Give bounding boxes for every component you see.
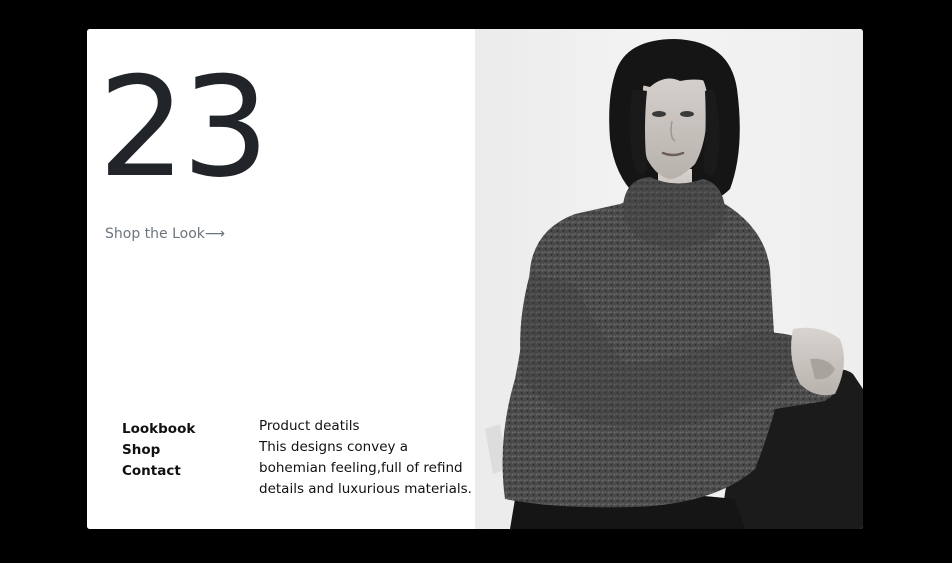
nav-item-lookbook[interactable]: Lookbook	[122, 419, 195, 440]
info-panel: 23 Shop the Look⟶ Lookbook Shop Contact …	[87, 29, 475, 529]
nav-item-contact[interactable]: Contact	[122, 461, 195, 482]
model-photo	[475, 29, 863, 529]
model-photo-illustration	[485, 39, 863, 529]
product-details-description: This designs convey a bohemian feeling,f…	[259, 439, 472, 497]
product-details-heading: Product deatils	[259, 418, 360, 434]
product-details: Product deatils This designs convey a bo…	[259, 416, 474, 500]
look-number: 23	[98, 47, 270, 208]
footer-nav: Lookbook Shop Contact	[122, 419, 195, 482]
nav-item-shop[interactable]: Shop	[122, 440, 195, 461]
shop-the-look-link[interactable]: Shop the Look⟶	[105, 226, 225, 242]
lookbook-modal: 23 Shop the Look⟶ Lookbook Shop Contact …	[87, 29, 863, 529]
